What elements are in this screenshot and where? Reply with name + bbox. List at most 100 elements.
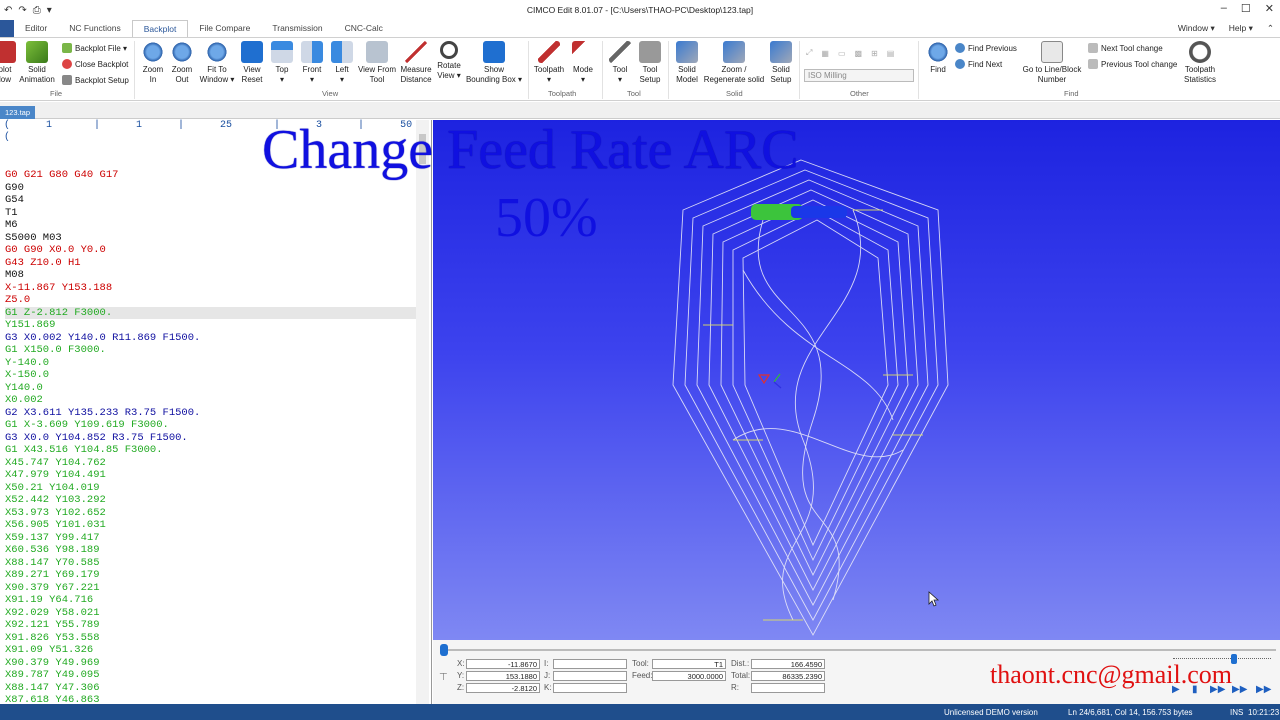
code-line[interactable]: G1 X43.516 Y104.85 F3000. bbox=[5, 444, 415, 457]
code-line[interactable]: G3 X0.002 Y140.0 R11.869 F1500. bbox=[5, 332, 415, 345]
end-icon[interactable]: ▶▶ bbox=[1256, 684, 1271, 695]
code-line[interactable]: X52.442 Y103.292 bbox=[5, 494, 415, 507]
code-line[interactable]: X92.121 Y55.789 bbox=[5, 619, 415, 632]
code-line[interactable]: G2 X3.611 Y135.233 R3.75 F1500. bbox=[5, 407, 415, 420]
fast-forward-icon[interactable]: ▶▶ bbox=[1232, 684, 1247, 695]
toolpath-statistics-button[interactable]: Toolpath Statistics bbox=[1180, 41, 1220, 85]
code-line[interactable]: X60.536 Y98.189 bbox=[5, 544, 415, 557]
code-line[interactable]: X91.826 Y53.558 bbox=[5, 632, 415, 645]
maximize-icon[interactable]: ☐ bbox=[1241, 2, 1251, 15]
view-reset-button[interactable]: View Reset bbox=[238, 41, 266, 85]
code-line[interactable]: X91.09 Y51.326 bbox=[5, 644, 415, 657]
code-line[interactable]: X91.19 Y64.716 bbox=[5, 594, 415, 607]
tab-cnc-calc[interactable]: CNC-Calc bbox=[334, 20, 394, 38]
pattern-icon[interactable]: ▩ bbox=[855, 49, 863, 58]
code-line[interactable]: Z5.0 bbox=[5, 294, 415, 307]
code-line[interactable]: G1 X150.0 F3000. bbox=[5, 344, 415, 357]
code-line[interactable]: X56.905 Y101.031 bbox=[5, 519, 415, 532]
code-line[interactable]: X89.787 Y49.095 bbox=[5, 669, 415, 682]
tab-file-compare[interactable]: File Compare bbox=[188, 20, 261, 38]
help-menu[interactable]: Help ▾ bbox=[1229, 23, 1253, 34]
minimize-icon[interactable]: – bbox=[1221, 2, 1227, 15]
code-line[interactable]: X90.379 Y67.221 bbox=[5, 582, 415, 595]
previous-tool-change-button[interactable]: Previous Tool change bbox=[1088, 59, 1177, 69]
view-from-tool-button[interactable]: View From Tool bbox=[356, 41, 398, 85]
solid-model-button[interactable]: Solid Model bbox=[672, 41, 702, 85]
code-line[interactable]: M08 bbox=[5, 269, 415, 282]
code-line[interactable]: G43 Z10.0 H1 bbox=[5, 257, 415, 270]
code-line[interactable]: G3 X0.0 Y104.852 R3.75 F1500. bbox=[5, 432, 415, 445]
tab-transmission[interactable]: Transmission bbox=[261, 20, 333, 38]
tool-setup-button[interactable]: Tool Setup bbox=[636, 41, 664, 85]
fit-to-window-button[interactable]: Fit To Window ▾ bbox=[197, 41, 237, 85]
simulation-slider[interactable] bbox=[441, 649, 1276, 651]
code-line[interactable]: Y151.869 bbox=[5, 319, 415, 332]
next-tool-change-button[interactable]: Next Tool change bbox=[1088, 43, 1163, 53]
code-line[interactable]: X0.002 bbox=[5, 394, 415, 407]
machine-type-select[interactable]: ISO Milling bbox=[804, 69, 914, 82]
code-line[interactable]: G1 Z-2.812 F3000. bbox=[5, 306, 416, 319]
code-line[interactable]: X90.379 Y49.969 bbox=[5, 657, 415, 670]
zoom-in-button[interactable]: Zoom In bbox=[139, 41, 167, 85]
close-backplot-button[interactable]: Close Backplot bbox=[62, 59, 128, 69]
rotate-view-button[interactable]: Rotate View ▾ bbox=[434, 41, 464, 81]
close-icon[interactable]: ✕ bbox=[1265, 2, 1274, 15]
code-line[interactable]: G0 G90 X0.0 Y0.0 bbox=[5, 244, 415, 257]
find-previous-button[interactable]: Find Previous bbox=[955, 43, 1017, 53]
file-tab[interactable] bbox=[0, 20, 14, 38]
nc-editor[interactable]: ( 1 | 1 | 25 | 3 | 50( G0 G21 G80 G40 G1… bbox=[0, 120, 432, 707]
measure-distance-button[interactable]: Measure Distance bbox=[398, 41, 434, 85]
code-line[interactable]: X59.137 Y99.417 bbox=[5, 532, 415, 545]
code-line[interactable]: X-11.867 Y153.188 bbox=[5, 282, 415, 295]
code-line[interactable]: S5000 M03 bbox=[5, 232, 415, 245]
tab-editor[interactable]: Editor bbox=[14, 20, 58, 38]
code-line[interactable]: G54 bbox=[5, 194, 415, 207]
zoom-out-button[interactable]: Zoom Out bbox=[168, 41, 196, 85]
step-forward-icon[interactable]: ▶▶ bbox=[1210, 684, 1225, 695]
grid-icon[interactable]: ▦ bbox=[821, 49, 829, 58]
left-view-button[interactable]: Left ▾ bbox=[328, 41, 356, 85]
arrange-icon[interactable]: ⊞ bbox=[871, 49, 878, 58]
document-tab-123[interactable]: 123.tap bbox=[0, 106, 36, 119]
tab-nc-functions[interactable]: NC Functions bbox=[58, 20, 132, 38]
window-menu[interactable]: Window ▾ bbox=[1178, 23, 1215, 34]
top-view-button[interactable]: Top ▾ bbox=[268, 41, 296, 85]
window-icon[interactable]: ▭ bbox=[838, 49, 846, 58]
backplot-file-button[interactable]: Backplot File ▾ bbox=[62, 43, 127, 53]
code-line[interactable]: X92.029 Y58.021 bbox=[5, 607, 415, 620]
backplot-setup-button[interactable]: Backplot Setup bbox=[62, 75, 129, 85]
code-line[interactable]: X45.747 Y104.762 bbox=[5, 457, 415, 470]
find-button[interactable]: Find bbox=[924, 41, 952, 75]
front-view-button[interactable]: Front ▾ bbox=[298, 41, 326, 85]
find-next-button[interactable]: Find Next bbox=[955, 59, 1002, 69]
code-line[interactable]: G1 X-3.609 Y109.619 F3000. bbox=[5, 419, 415, 432]
show-bounding-box-button[interactable]: Show Bounding Box ▾ bbox=[464, 41, 524, 85]
expand-icon[interactable]: ⤢ bbox=[806, 48, 812, 58]
play-icon[interactable]: ▶ bbox=[1172, 684, 1180, 695]
code-line[interactable]: Y140.0 bbox=[5, 382, 415, 395]
code-lines[interactable]: G0 G21 G80 G40 G17 G90 G54 T1 M6 S5000 M03 G0 … bbox=[5, 169, 416, 707]
go-to-line-button[interactable]: Go to Line/Block Number bbox=[1018, 41, 1086, 85]
plot-button[interactable]: plot low bbox=[0, 41, 16, 85]
code-line[interactable]: X-150.0 bbox=[5, 369, 415, 382]
code-line[interactable]: M6 bbox=[5, 219, 415, 232]
mode-button[interactable]: Mode ▾ bbox=[568, 41, 598, 85]
solid-setup-button[interactable]: Solid Setup bbox=[766, 41, 796, 85]
code-line[interactable]: X88.147 Y70.585 bbox=[5, 557, 415, 570]
tab-backplot[interactable]: Backplot bbox=[131, 20, 189, 38]
code-line[interactable]: X89.271 Y69.179 bbox=[5, 569, 415, 582]
editor-scrollbar[interactable] bbox=[416, 120, 429, 704]
code-line[interactable]: X47.979 Y104.491 bbox=[5, 469, 415, 482]
tool-button[interactable]: Tool ▾ bbox=[606, 41, 634, 85]
code-line[interactable]: X53.973 Y102.652 bbox=[5, 507, 415, 520]
simulation-slider-thumb[interactable] bbox=[440, 644, 448, 656]
solid-animation-button[interactable]: Solid Animation bbox=[16, 41, 58, 85]
pause-icon[interactable]: ▮ bbox=[1192, 684, 1198, 695]
code-line[interactable]: X50.21 Y104.019 bbox=[5, 482, 415, 495]
zoom-regenerate-solid-button[interactable]: Zoom / Regenerate solid bbox=[702, 41, 766, 85]
code-line[interactable]: X88.147 Y47.306 bbox=[5, 682, 415, 695]
code-line[interactable]: Y-140.0 bbox=[5, 357, 415, 370]
code-line[interactable]: G90 bbox=[5, 182, 415, 195]
layout-icon[interactable]: ▤ bbox=[887, 49, 895, 58]
ribbon-collapse-icon[interactable]: ⌃ bbox=[1267, 23, 1274, 34]
